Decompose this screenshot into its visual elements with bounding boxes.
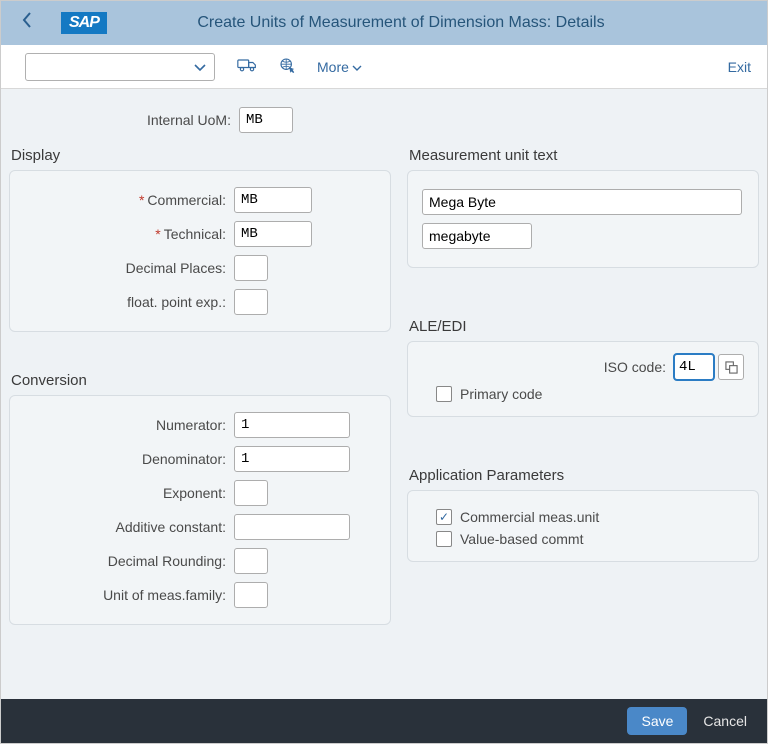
display-group: *Commercial: *Technical: Decimal Places:… [9, 170, 391, 332]
more-button[interactable]: More [317, 59, 362, 75]
iso-code-input[interactable] [674, 354, 714, 380]
toolbar-dropdown[interactable] [25, 53, 215, 81]
chevron-down-icon [194, 59, 206, 75]
page-title: Create Units of Measurement of Dimension… [47, 14, 755, 32]
back-button[interactable] [13, 11, 41, 35]
internal-uom-row: Internal UoM: [9, 101, 759, 143]
commercial-measunit-checkbox[interactable]: ✓ [436, 509, 452, 525]
numerator-label: Numerator: [20, 417, 234, 433]
internal-uom-input[interactable] [239, 107, 293, 133]
titlebar: SAP Create Units of Measurement of Dimen… [1, 1, 767, 45]
exponent-label: Exponent: [20, 485, 234, 501]
denominator-label: Denominator: [20, 451, 234, 467]
iso-code-label: ISO code: [604, 359, 666, 375]
app-window: SAP Create Units of Measurement of Dimen… [0, 0, 768, 744]
additive-input[interactable] [234, 514, 350, 540]
content-area: Internal UoM: Display *Commercial: *Tech… [1, 89, 767, 699]
meastext-short-input[interactable] [422, 223, 532, 249]
truck-icon[interactable] [237, 58, 257, 75]
chevron-left-icon [21, 12, 33, 34]
appparams-group-title: Application Parameters [407, 463, 759, 490]
iso-copy-button[interactable] [718, 354, 744, 380]
display-group-title: Display [9, 143, 391, 170]
cancel-button[interactable]: Cancel [697, 707, 753, 735]
exponent-input[interactable] [234, 480, 268, 506]
decimal-places-label: Decimal Places: [20, 260, 234, 276]
commercial-measunit-label: Commercial meas.unit [460, 509, 599, 525]
value-based-checkbox[interactable]: ✓ [436, 531, 452, 547]
globe-cursor-icon[interactable] [279, 57, 295, 76]
meastext-group-title: Measurement unit text [407, 143, 759, 170]
internal-uom-label: Internal UoM: [9, 112, 239, 128]
additive-label: Additive constant: [20, 519, 234, 535]
value-based-label: Value-based commt [460, 531, 583, 547]
exit-button[interactable]: Exit [728, 59, 751, 75]
technical-input[interactable] [234, 221, 312, 247]
family-input[interactable] [234, 582, 268, 608]
commercial-label: Commercial: [147, 192, 226, 208]
rounding-label: Decimal Rounding: [20, 553, 234, 569]
conversion-group-title: Conversion [9, 368, 391, 395]
float-exp-label: float. point exp.: [20, 294, 234, 310]
rounding-input[interactable] [234, 548, 268, 574]
primary-code-checkbox[interactable]: ✓ [436, 386, 452, 402]
primary-code-label: Primary code [460, 386, 542, 402]
copy-icon [725, 361, 738, 374]
float-exp-input[interactable] [234, 289, 268, 315]
more-label: More [317, 59, 349, 75]
commercial-input[interactable] [234, 187, 312, 213]
meastext-long-input[interactable] [422, 189, 742, 215]
decimal-places-input[interactable] [234, 255, 268, 281]
technical-label: Technical: [164, 226, 226, 242]
appparams-group: ✓ Commercial meas.unit ✓ Value-based com… [407, 490, 759, 562]
toolbar: More Exit [1, 45, 767, 89]
meastext-group [407, 170, 759, 268]
chevron-down-icon [352, 59, 362, 75]
conversion-group: Numerator: Denominator: Exponent: Additi… [9, 395, 391, 625]
aleedi-group-title: ALE/EDI [407, 314, 759, 341]
family-label: Unit of meas.family: [20, 587, 234, 603]
numerator-input[interactable] [234, 412, 350, 438]
save-button[interactable]: Save [627, 707, 687, 735]
footer-bar: Save Cancel [1, 699, 767, 743]
denominator-input[interactable] [234, 446, 350, 472]
aleedi-group: ISO code: ✓ Primary code [407, 341, 759, 417]
